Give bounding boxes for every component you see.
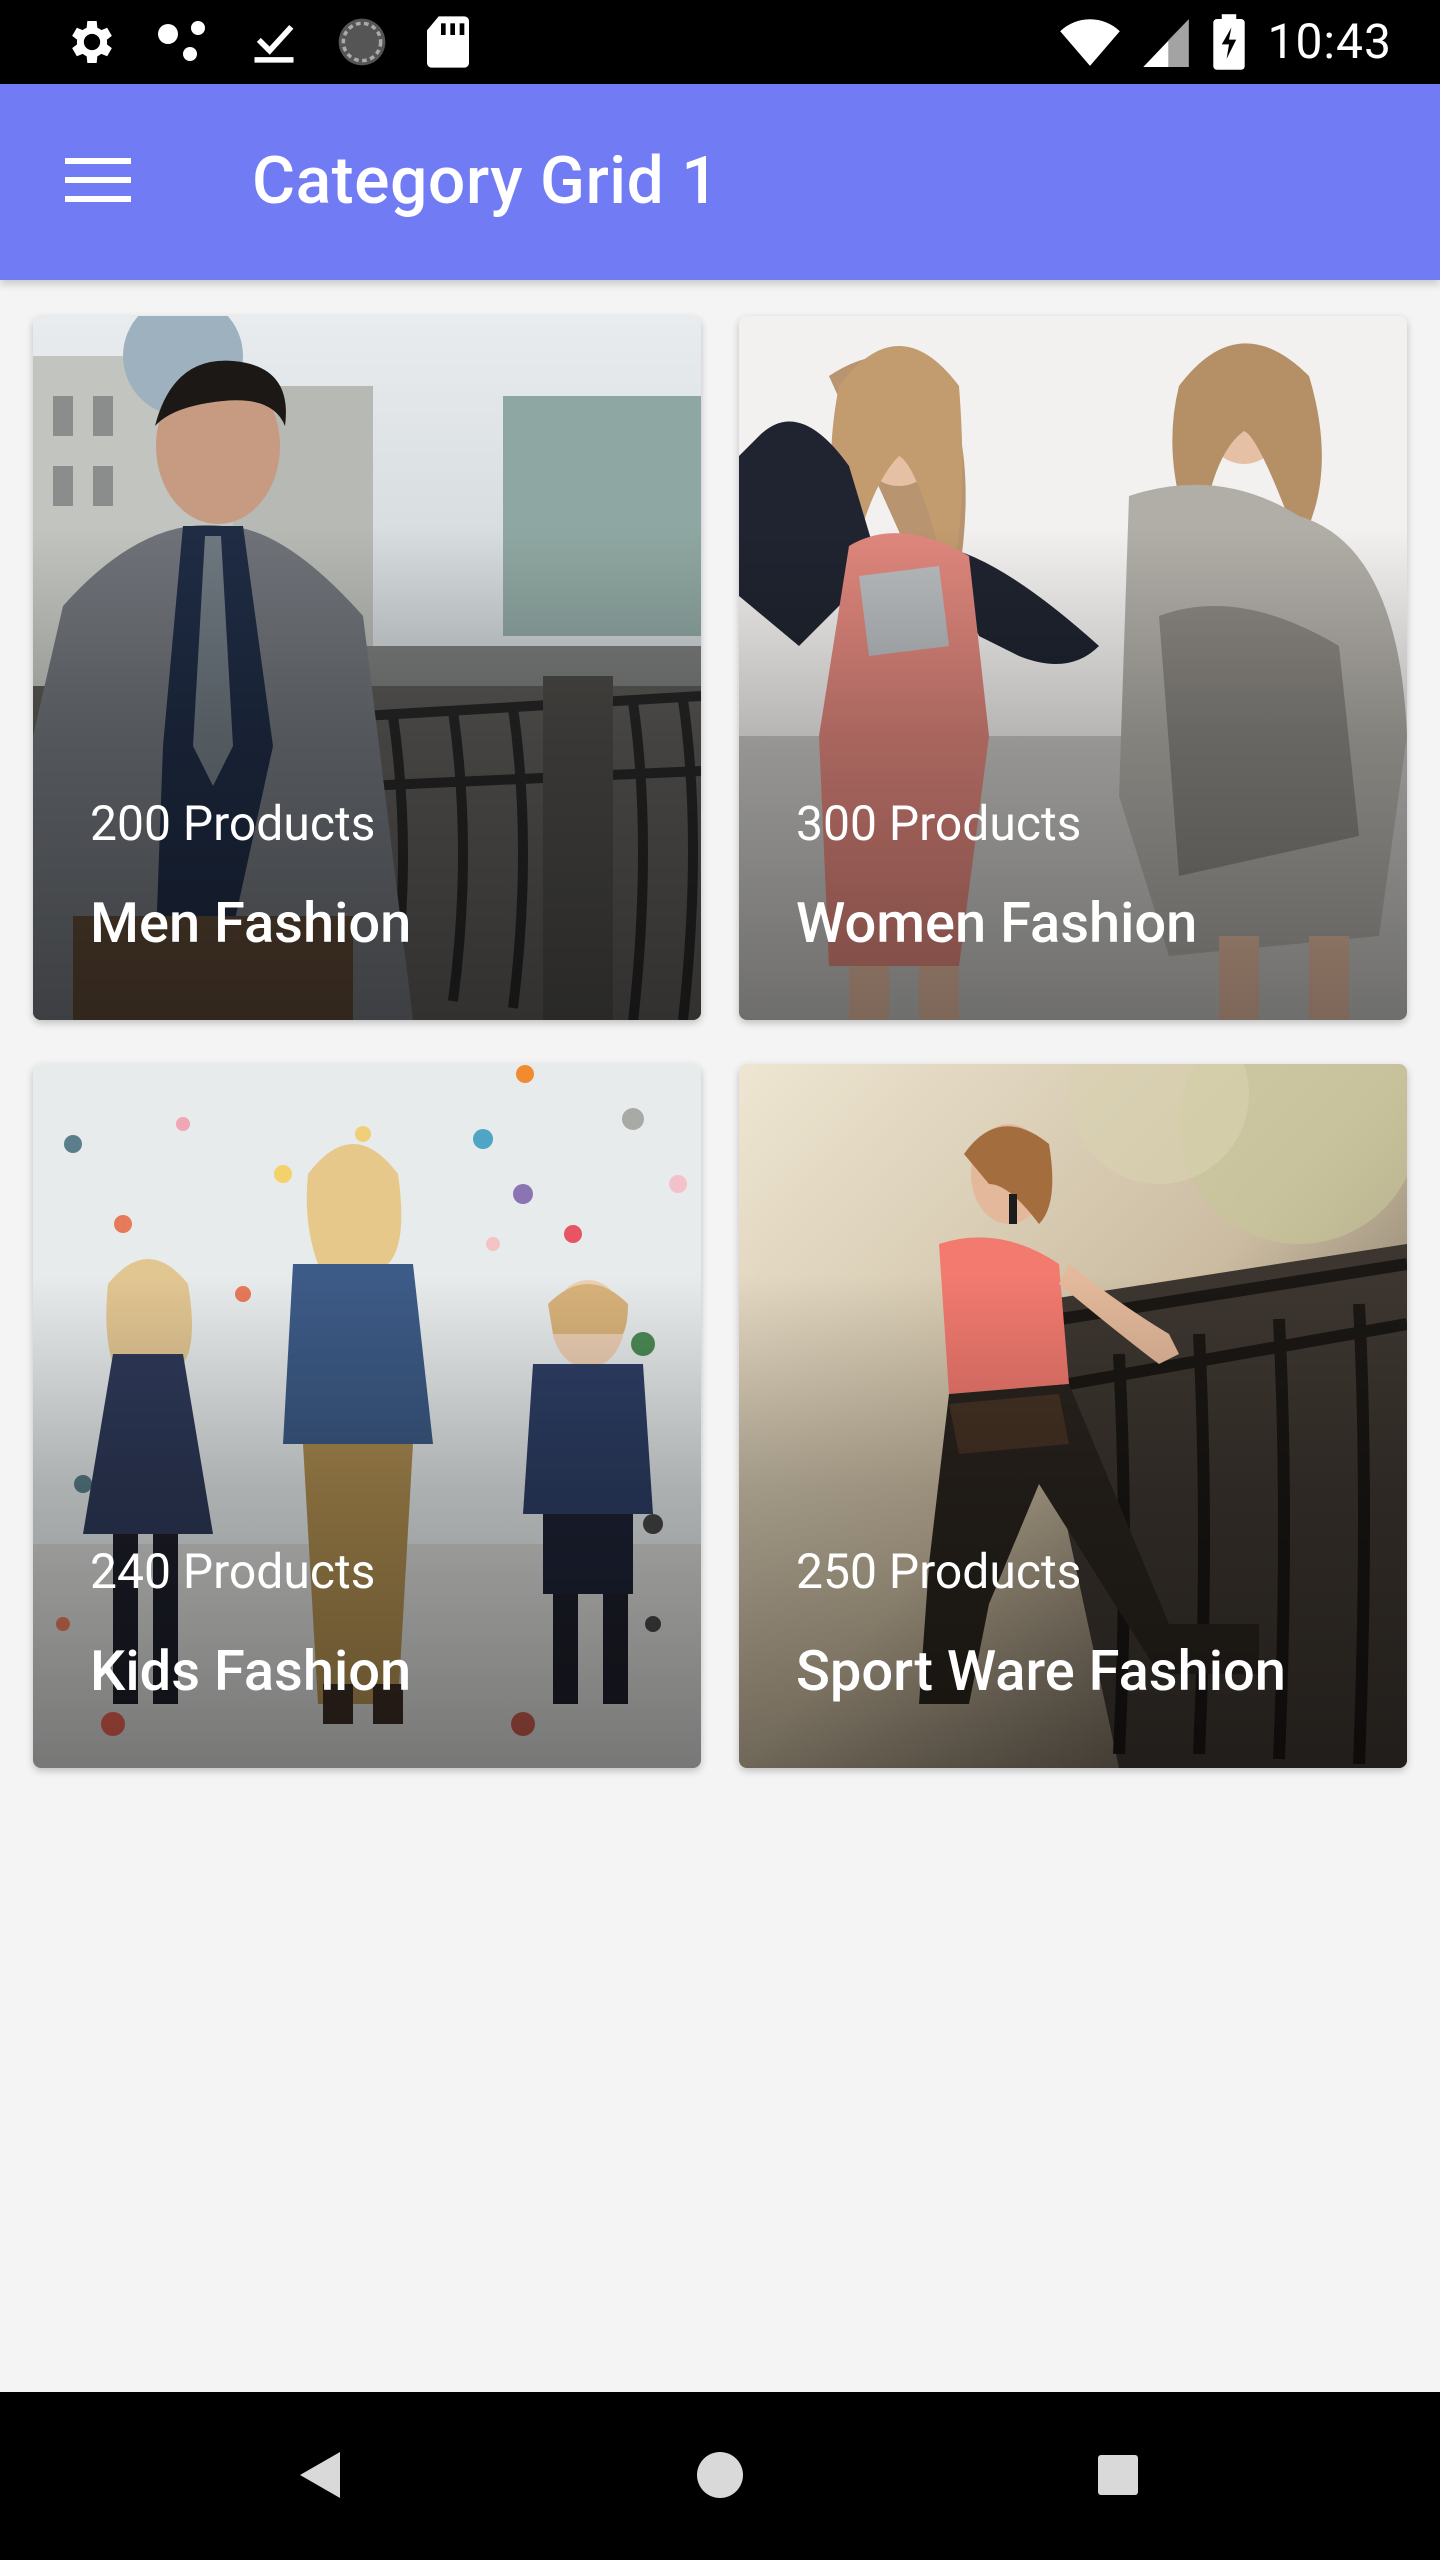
status-time: 10:43 xyxy=(1267,13,1392,70)
cell-signal-icon xyxy=(1141,14,1191,70)
recents-button[interactable] xyxy=(1068,2432,1168,2522)
download-done-icon xyxy=(248,14,300,70)
card-title: Men Fashion xyxy=(90,890,412,956)
page-title: Category Grid 1 xyxy=(252,143,720,220)
home-button[interactable] xyxy=(670,2432,770,2522)
card-product-count: 300 Products xyxy=(796,795,1082,852)
card-title: Kids Fashion xyxy=(90,1638,412,1704)
home-icon xyxy=(695,2450,745,2504)
category-card-kids-fashion[interactable]: 240 Products Kids Fashion xyxy=(33,1064,701,1768)
category-card-women-fashion[interactable]: 300 Products Women Fashion xyxy=(739,316,1407,1020)
card-title: Women Fashion xyxy=(796,890,1198,956)
sd-card-icon xyxy=(424,14,472,70)
settings-icon xyxy=(64,14,120,70)
back-button[interactable] xyxy=(270,2432,370,2522)
card-product-count: 200 Products xyxy=(90,795,376,852)
dots-icon xyxy=(154,14,214,70)
card-product-count: 240 Products xyxy=(90,1543,376,1600)
navigation-bar xyxy=(0,2392,1440,2560)
status-bar: 10:43 xyxy=(0,0,1440,84)
wifi-icon xyxy=(1059,14,1121,70)
app-bar: Category Grid 1 xyxy=(0,84,1440,280)
menu-icon xyxy=(65,156,131,208)
card-product-count: 250 Products xyxy=(796,1543,1082,1600)
menu-button[interactable] xyxy=(50,140,146,224)
category-grid: 200 Products Men Fashion 300 Products Wo… xyxy=(33,316,1407,1768)
status-right-icons: 10:43 xyxy=(1059,12,1392,72)
recents-icon xyxy=(1096,2453,1140,2501)
category-card-men-fashion[interactable]: 200 Products Men Fashion xyxy=(33,316,701,1020)
battery-charging-icon xyxy=(1211,13,1247,71)
status-left-icons xyxy=(64,14,472,70)
back-icon xyxy=(298,2450,342,2504)
sync-circle-icon xyxy=(334,14,390,70)
card-title: Sport Ware Fashion xyxy=(796,1638,1286,1704)
category-card-sport-ware-fashion[interactable]: 250 Products Sport Ware Fashion xyxy=(739,1064,1407,1768)
